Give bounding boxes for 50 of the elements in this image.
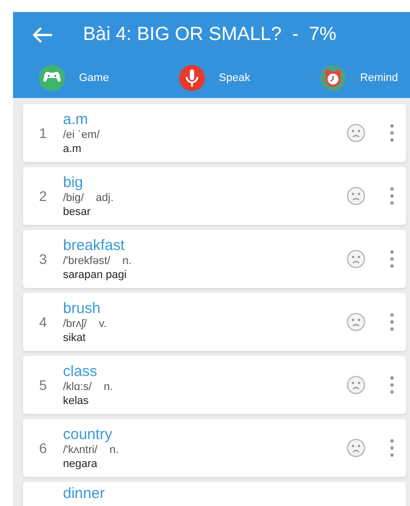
- sad-face-icon[interactable]: [346, 438, 366, 458]
- word-card[interactable]: 3 breakfast /'brekfəst/ n. sarapan pagi: [23, 230, 406, 288]
- more-options-icon[interactable]: [390, 187, 394, 205]
- more-options-icon[interactable]: [390, 439, 394, 457]
- sad-face-icon[interactable]: [346, 375, 366, 395]
- word-card[interactable]: 1 a.m /ei ˈem/ a.m: [23, 104, 406, 162]
- screen-title: Bài 4: BIG OR SMALL? - 7%: [83, 24, 336, 46]
- part-of-speech: n.: [122, 254, 132, 268]
- vocabulary-word: country: [63, 426, 114, 442]
- more-options-icon[interactable]: [390, 313, 394, 331]
- word-card[interactable]: 5 class /klɑ:s/ n. kelas: [23, 356, 406, 414]
- phonetic-text: /ei ˈem/: [63, 128, 100, 142]
- vocabulary-word: brush: [63, 300, 102, 316]
- vocabulary-word: big: [63, 174, 84, 190]
- part-of-speech: n.: [104, 380, 113, 394]
- back-arrow-icon[interactable]: [33, 27, 53, 43]
- part-of-speech: adj.: [96, 190, 114, 204]
- phonetic-text: /'kʌntri/: [63, 442, 98, 456]
- part-of-speech: n.: [110, 442, 119, 456]
- item-number: 5: [39, 377, 47, 393]
- phonetic-text: /big/: [63, 190, 84, 204]
- word-meaning: kelas: [63, 394, 90, 408]
- vocabulary-word: dinner: [63, 485, 106, 502]
- phonetic-text: /klɑ:s/: [63, 380, 92, 394]
- item-number: 1: [39, 125, 47, 141]
- sad-face-icon[interactable]: [346, 312, 366, 332]
- word-meaning: sarapan pagi: [63, 268, 128, 282]
- word-card[interactable]: 2 big /big/ adj. besar: [23, 167, 406, 225]
- vocabulary-word: a.m: [63, 110, 90, 128]
- vocabulary-word: breakfast: [63, 236, 126, 254]
- word-card[interactable]: 6 country /'kʌntri/ n. negara: [23, 419, 406, 477]
- sad-face-icon[interactable]: [346, 186, 366, 206]
- item-number: 6: [39, 440, 47, 456]
- word-meaning: sikat: [63, 330, 87, 344]
- word-meaning: besar: [63, 204, 92, 218]
- phonetic-text: /'brekfəst/: [63, 254, 110, 268]
- more-options-icon[interactable]: [390, 250, 394, 268]
- vocabulary-word: class: [63, 362, 98, 380]
- more-options-icon[interactable]: [390, 124, 394, 142]
- more-options-icon[interactable]: [390, 376, 394, 394]
- part-of-speech: v.: [98, 316, 107, 330]
- item-number: 3: [39, 251, 47, 267]
- item-number: 2: [39, 188, 47, 204]
- word-meaning: a.m: [63, 142, 82, 156]
- sad-face-icon[interactable]: [346, 249, 366, 269]
- sad-face-icon[interactable]: [346, 123, 366, 143]
- word-card[interactable]: 4 brush /brʌʃ/ v. sikat: [23, 293, 406, 351]
- phonetic-text: /brʌʃ/: [63, 316, 87, 330]
- item-number: 4: [39, 314, 47, 330]
- word-meaning: negara: [63, 456, 98, 470]
